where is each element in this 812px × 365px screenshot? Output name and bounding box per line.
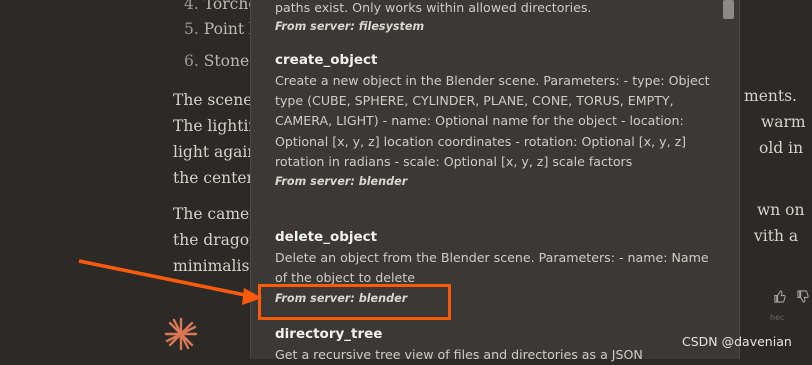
footer-hint: hec: [770, 313, 785, 322]
tool-name: delete_object: [275, 229, 378, 245]
watermark: CSDN @davenian: [682, 334, 792, 349]
chat-paragraph-right: wn on: [757, 201, 805, 219]
thumbs-up-icon[interactable]: [773, 290, 786, 306]
thumbs-down-icon[interactable]: [796, 290, 809, 306]
chat-paragraph-right: vith a: [754, 227, 799, 245]
chat-paragraph-right: old in: [759, 139, 804, 157]
annotation-highlight-box: [258, 284, 451, 320]
tool-name: create_object: [275, 52, 378, 68]
list-item: 4. Torche: [184, 0, 258, 13]
tool-description: Delete an object from the Blender scene.…: [275, 250, 709, 286]
tool-server: From server: blender: [275, 175, 408, 189]
list-item: 5. Point li: [184, 20, 259, 38]
scrollbar-thumb[interactable]: [723, 0, 734, 19]
tool-description: Get a recursive tree view of files and d…: [275, 347, 643, 362]
tool-server: From server: filesystem: [275, 20, 425, 34]
chat-paragraph: The scene The lightin light again the ce…: [173, 91, 259, 187]
tool-item[interactable]: create_object Create a new object in the…: [275, 52, 720, 188]
tool-description: Create a new object in the Blender scene…: [275, 73, 710, 169]
chat-paragraph-right: warm: [761, 113, 806, 131]
tool-item[interactable]: directory_tree Get a recursive tree view…: [275, 326, 720, 365]
chat-paragraph: The camer the dragon minimalist: [173, 205, 260, 275]
sparkle-logo-icon: [164, 317, 198, 351]
chat-paragraph-right: ments.: [744, 87, 797, 105]
tool-name: directory_tree: [275, 326, 383, 342]
tool-intro: paths exist. Only works within allowed d…: [275, 0, 720, 33]
